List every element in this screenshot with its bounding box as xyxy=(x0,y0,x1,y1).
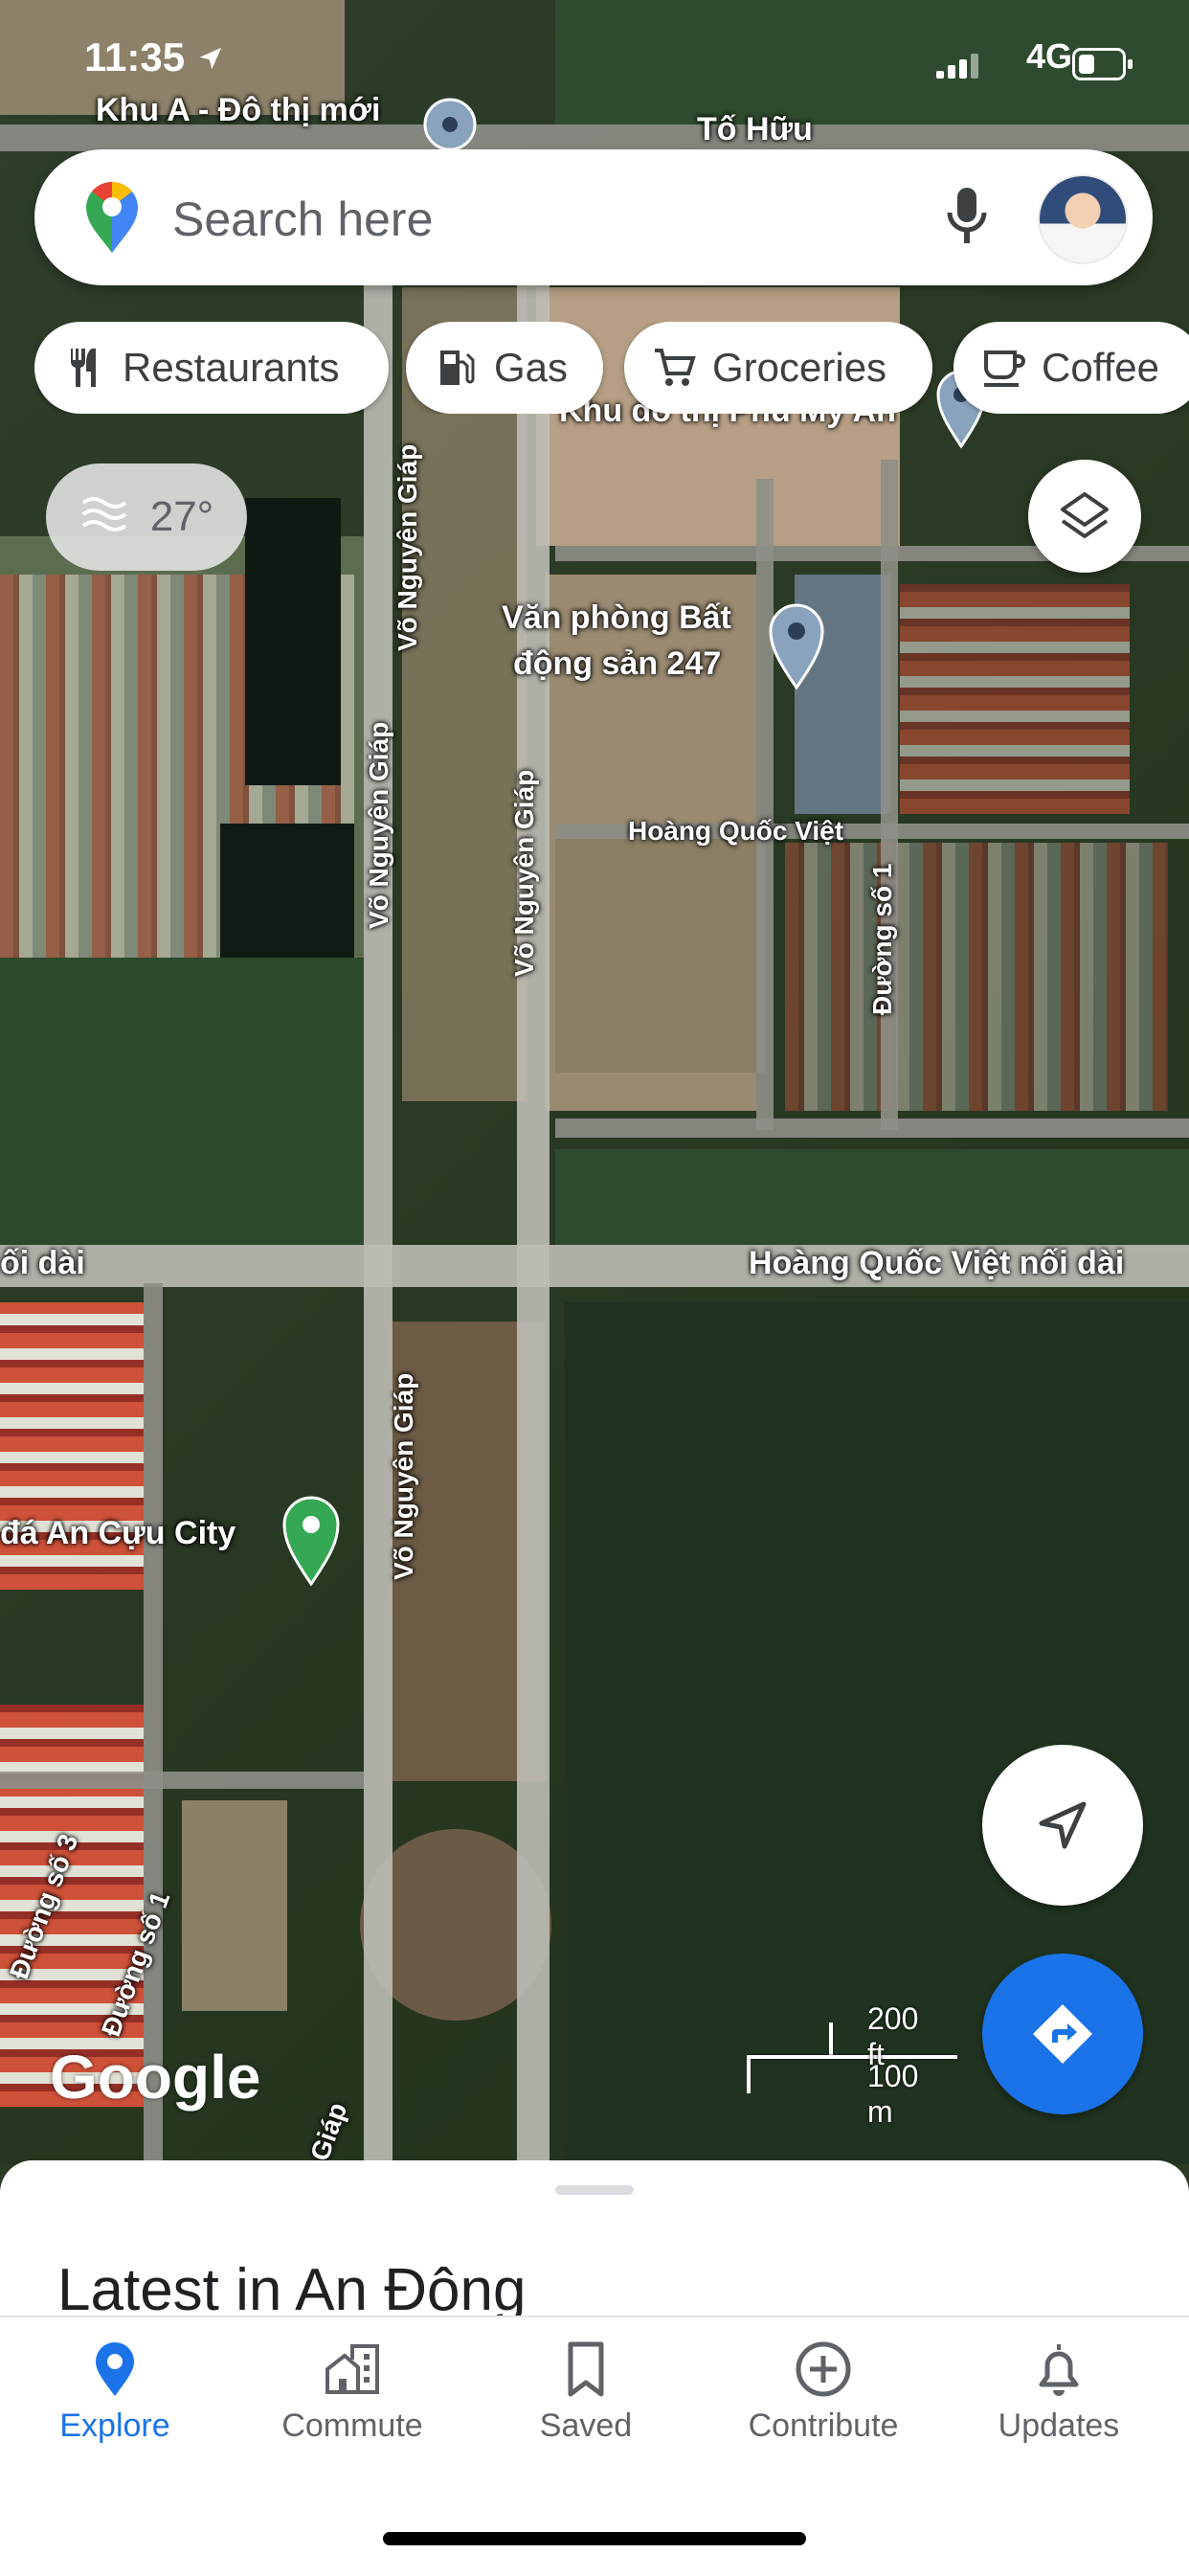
nav-explore[interactable]: Explore xyxy=(10,2339,220,2445)
field-area xyxy=(555,1149,1189,1254)
directions-button[interactable] xyxy=(982,1954,1143,2114)
field-area xyxy=(220,824,354,958)
add-circle-icon xyxy=(796,2341,851,2397)
google-logo: Google xyxy=(50,2043,261,2112)
location-arrow-icon xyxy=(199,47,222,70)
battery-icon xyxy=(1072,48,1133,80)
place-pin-icon[interactable] xyxy=(281,1494,341,1586)
chip-restaurants[interactable]: Restaurants xyxy=(34,322,389,414)
temperature: 27° xyxy=(149,493,214,540)
home-indicator[interactable] xyxy=(383,2532,806,2545)
layers-button[interactable] xyxy=(1028,460,1141,573)
pond xyxy=(245,498,341,785)
nav-label: Saved xyxy=(539,2407,633,2444)
map-label-to-huu: Tố Hữu xyxy=(697,111,813,147)
map-label-an-cuu-city[interactable]: đá An Cựu City xyxy=(0,1515,236,1552)
map-label-duong-so-1: Đường số 1 xyxy=(867,863,897,1015)
layers-icon xyxy=(1061,492,1109,538)
map-label-vo-nguyen-giap: Võ Nguyên Giáp xyxy=(509,769,539,977)
cart-icon xyxy=(655,349,696,386)
road xyxy=(517,278,550,2164)
road xyxy=(144,1283,163,2164)
coffee-icon xyxy=(984,350,1025,387)
road xyxy=(0,1772,364,1789)
status-bar: 11:35 4G xyxy=(0,34,1189,92)
sand-area xyxy=(555,824,766,1073)
buildings xyxy=(785,843,1168,1111)
bookmark-icon xyxy=(568,2341,604,2397)
microphone-icon[interactable] xyxy=(944,184,990,251)
map-label-hoang-quoc-viet: Hoàng Quốc Việt xyxy=(628,816,844,846)
map-label-van-phong[interactable]: Văn phòng Bất xyxy=(502,599,731,637)
gas-station-icon xyxy=(440,350,475,385)
chip-label: Restaurants xyxy=(123,345,340,390)
road xyxy=(756,479,774,1130)
time-text: 11:35 xyxy=(84,34,186,79)
map-label-hoang-quoc-viet-noi-dai: Hoàng Quốc Việt nối dài xyxy=(749,1245,1125,1281)
directions-icon xyxy=(1033,2004,1092,2064)
chip-groceries[interactable]: Groceries xyxy=(624,322,932,414)
restaurant-icon xyxy=(70,349,96,387)
commute-icon xyxy=(325,2344,379,2394)
map-label-vo-nguyen-giap: Võ Nguyên Giáp xyxy=(393,443,422,651)
chip-label: Groceries xyxy=(712,345,887,390)
sheet-drag-handle[interactable] xyxy=(555,2185,634,2195)
google-maps-pin-icon xyxy=(86,181,138,253)
my-location-button[interactable] xyxy=(982,1745,1143,1906)
chip-coffee[interactable]: Coffee xyxy=(953,322,1189,414)
map-label-van-phong-2[interactable]: động sản 247 xyxy=(513,645,721,683)
map-label-vo-nguyen-giap: Võ Nguyên Giáp xyxy=(364,721,393,929)
nav-label: Updates xyxy=(998,2407,1120,2444)
nav-label: Contribute xyxy=(748,2407,899,2444)
sand-area xyxy=(182,1800,287,2011)
navigation-arrow-icon xyxy=(1039,1801,1087,1849)
nav-saved[interactable]: Saved xyxy=(481,2339,691,2445)
nav-label: Commute xyxy=(281,2407,423,2444)
weather-pill[interactable]: 27° xyxy=(46,463,247,571)
chip-label: Gas xyxy=(494,345,569,390)
map-label-noi-dai: ối dài xyxy=(0,1245,85,1281)
nav-contribute[interactable]: Contribute xyxy=(718,2339,929,2445)
map-label-giap: Giáp xyxy=(304,2098,353,2164)
nav-updates[interactable]: Updates xyxy=(953,2339,1164,2445)
search-bar[interactable]: Search here xyxy=(34,149,1153,285)
status-time: 11:35 xyxy=(84,34,225,80)
haze-icon xyxy=(81,497,126,531)
road xyxy=(364,278,393,2164)
explore-pin-icon xyxy=(96,2342,134,2396)
nav-commute[interactable]: Commute xyxy=(247,2339,458,2445)
network-type: 4G xyxy=(1025,36,1072,76)
road xyxy=(555,1119,1189,1138)
chip-label: Coffee xyxy=(1042,345,1159,390)
nav-label: Explore xyxy=(59,2407,170,2444)
buildings xyxy=(900,584,1130,814)
map-label-vo-nguyen-giap: Võ Nguyên Giáp xyxy=(389,1372,418,1580)
tree-area xyxy=(0,958,364,1245)
search-input[interactable]: Search here xyxy=(172,192,433,247)
chip-gas[interactable]: Gas xyxy=(406,322,603,414)
place-pin-icon[interactable] xyxy=(768,601,825,689)
map-label-khu-a[interactable]: Khu A - Đô thị mới xyxy=(96,92,380,129)
sheet-title: Latest in An Đông xyxy=(57,2257,527,2323)
scale-meters: 100 m xyxy=(867,2059,919,2129)
category-chips: Restaurants Gas Groceries Coffee xyxy=(34,322,1189,414)
signal-icon xyxy=(936,52,978,79)
place-pin-icon[interactable] xyxy=(421,96,479,153)
avatar[interactable] xyxy=(1038,174,1128,264)
bell-icon xyxy=(1039,2344,1079,2396)
